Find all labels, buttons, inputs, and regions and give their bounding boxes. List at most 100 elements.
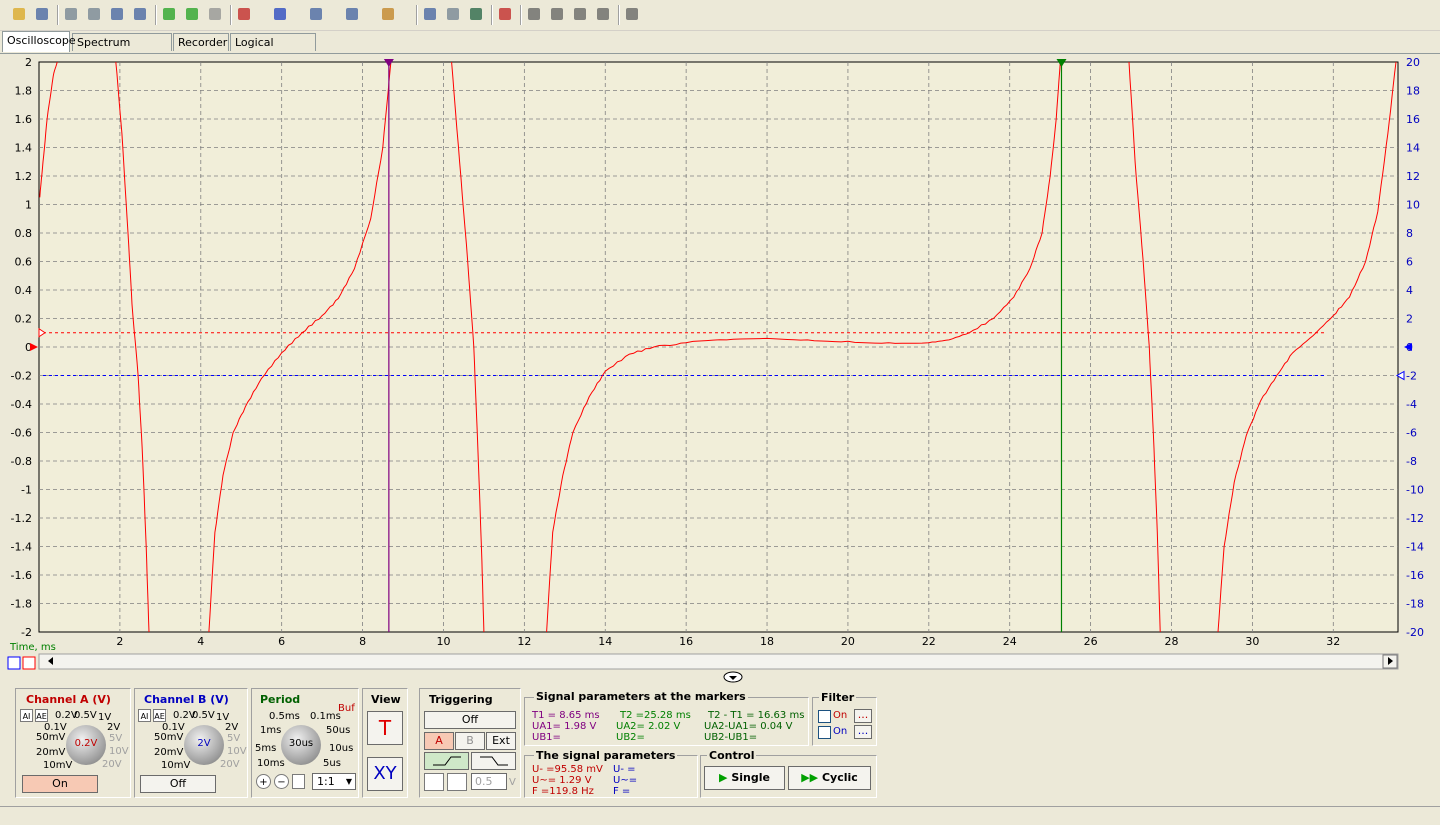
- filter-title: Filter: [819, 691, 857, 704]
- filter-b-checkbox[interactable]: [818, 726, 831, 739]
- channel-b-toggle-button[interactable]: Off: [140, 775, 216, 793]
- tab-oscilloscope[interactable]: Oscilloscope: [2, 31, 76, 52]
- tab-spectrum-analyzer[interactable]: Spectrum analyzer: [72, 33, 172, 67]
- channel-a-scale-label[interactable]: 10mV: [43, 760, 72, 771]
- channel-a-scale-label[interactable]: 20V: [102, 759, 122, 770]
- channel-b-scale-label[interactable]: 20mV: [154, 747, 183, 758]
- print-icon[interactable]: [85, 5, 105, 25]
- zoom-icon[interactable]: [108, 5, 128, 25]
- channel-a-scale-label[interactable]: 2V: [107, 722, 120, 733]
- channel-b-scale-label[interactable]: 0.1V: [162, 722, 185, 733]
- table-icon[interactable]: [467, 5, 487, 25]
- period-scale-label[interactable]: 0.5ms: [269, 711, 300, 722]
- channel-b-scale-value: 2V: [197, 738, 211, 749]
- pen-icon[interactable]: [623, 5, 643, 25]
- filter-a-settings-button[interactable]: ...: [854, 709, 872, 723]
- sp3-icon[interactable]: [571, 5, 591, 25]
- period-scale-label[interactable]: 10us: [329, 743, 353, 754]
- fast-play-icon[interactable]: [183, 5, 203, 25]
- sqrt-icon[interactable]: [343, 5, 363, 25]
- calculator-icon[interactable]: [307, 5, 327, 25]
- wave-b-icon[interactable]: [271, 5, 291, 25]
- zoom-b-button[interactable]: [22, 656, 36, 670]
- sp2-icon[interactable]: [548, 5, 568, 25]
- channel-b-panel: Channel B (V) AI AE 0.2V 0.5V 1V 2V 5V 1…: [134, 688, 248, 798]
- channel-a-scale-label[interactable]: 20mV: [36, 747, 65, 758]
- channel-b-dc-button[interactable]: AE: [153, 709, 166, 722]
- trigger-mode-button[interactable]: Off: [424, 711, 516, 729]
- triggering-title: Triggering: [429, 693, 493, 706]
- trigger-auto-icon[interactable]: [424, 773, 444, 791]
- tab-logical-analyzer[interactable]: Logical analyzer: [230, 33, 316, 67]
- channel-b-scale-label[interactable]: 50mV: [154, 732, 183, 743]
- zoom-fit-icon[interactable]: [131, 5, 151, 25]
- channel-a-scale-label[interactable]: 0.5V: [74, 710, 97, 721]
- trigger-source-a-button[interactable]: A: [424, 732, 454, 750]
- oscilloscope-plot[interactable]: 21.81.61.41.210.80.60.40.20-0.2-0.4-0.6-…: [0, 54, 1440, 685]
- stop-icon[interactable]: [206, 5, 226, 25]
- sp1-icon[interactable]: [525, 5, 545, 25]
- channel-a-zero-marker[interactable]: [30, 343, 38, 351]
- trigger-rising-edge-button[interactable]: [424, 752, 469, 770]
- channel-b-scale-label[interactable]: 20V: [220, 759, 240, 770]
- zoom-a-button[interactable]: [7, 656, 21, 670]
- open-icon[interactable]: [10, 5, 30, 25]
- period-scale-label[interactable]: 5us: [323, 758, 341, 769]
- trigger-level-input[interactable]: 0.5: [471, 773, 507, 790]
- channel-a-scale-label[interactable]: 5V: [109, 733, 122, 744]
- print-preview-icon[interactable]: [62, 5, 82, 25]
- channel-a-scale-value: 0.2V: [74, 738, 98, 749]
- channel-b-scale-label[interactable]: 2V: [225, 722, 238, 733]
- page-icon[interactable]: [292, 774, 305, 789]
- channel-a-scale-knob[interactable]: 0.2V: [66, 725, 106, 765]
- filter-b-settings-button[interactable]: ...: [854, 725, 872, 739]
- period-scale-knob[interactable]: 30us: [281, 725, 321, 765]
- wave-a-icon[interactable]: [235, 5, 255, 25]
- channel-b-scale-knob[interactable]: 2V: [184, 725, 224, 765]
- channel-b-scale-label[interactable]: 0.5V: [192, 710, 215, 721]
- y-right-tick-label: -14: [1406, 541, 1424, 554]
- channel-a-scale-label[interactable]: 0.1V: [44, 722, 67, 733]
- tab-recorder[interactable]: Recorder: [173, 33, 229, 51]
- ratio-select[interactable]: 1:1 ▼: [312, 773, 356, 790]
- channel-a-scale-label[interactable]: 10V: [109, 746, 129, 757]
- channel-b-scale-label[interactable]: 5V: [227, 733, 240, 744]
- refresh-icon[interactable]: [421, 5, 441, 25]
- save-icon[interactable]: [33, 5, 53, 25]
- falling-edge-icon: [480, 756, 508, 766]
- filter-b-label: On: [833, 726, 848, 737]
- period-scale-label[interactable]: 10ms: [257, 758, 285, 769]
- trigger-falling-edge-button[interactable]: [471, 752, 516, 770]
- zoom-in-icon[interactable]: +: [256, 774, 271, 789]
- single-run-button[interactable]: ▶ Single: [704, 766, 785, 790]
- channel-a-scale-label[interactable]: 50mV: [36, 732, 65, 743]
- cyclic-run-button[interactable]: ▶▶ Cyclic: [788, 766, 871, 790]
- xy-view-button[interactable]: XY: [367, 757, 403, 791]
- trigger-source-ext-button[interactable]: Ext: [486, 732, 516, 750]
- zoom-out-icon[interactable]: −: [274, 774, 289, 789]
- horizontal-scrollbar[interactable]: [38, 653, 1399, 670]
- probe-icon[interactable]: [379, 5, 399, 25]
- channel-a-dc-button[interactable]: AE: [35, 709, 48, 722]
- filter-a-checkbox[interactable]: [818, 710, 831, 723]
- channel-b-scale-label[interactable]: 10mV: [161, 760, 190, 771]
- display-icon[interactable]: [444, 5, 464, 25]
- period-scale-label[interactable]: 1ms: [260, 725, 281, 736]
- marker-icon[interactable]: [496, 5, 516, 25]
- view-panel: View T XY: [362, 688, 408, 798]
- toolbar-separator: [230, 5, 232, 25]
- period-scale-label[interactable]: 50us: [326, 725, 350, 736]
- period-scale-label[interactable]: 5ms: [255, 743, 276, 754]
- y-right-tick-label: -6: [1406, 427, 1417, 440]
- trigger-level-icon[interactable]: [447, 773, 467, 791]
- period-scale-label[interactable]: 0.1ms: [310, 711, 341, 722]
- sp4-icon[interactable]: [594, 5, 614, 25]
- channel-b-ac-button[interactable]: AI: [138, 709, 151, 722]
- channel-b-scale-label[interactable]: 10V: [227, 746, 247, 757]
- channel-a-toggle-button[interactable]: On: [22, 775, 98, 793]
- x-tick-label: 6: [278, 635, 285, 648]
- play-icon[interactable]: [160, 5, 180, 25]
- channel-a-ac-button[interactable]: AI: [20, 709, 33, 722]
- trigger-source-b-button[interactable]: B: [455, 732, 485, 750]
- time-view-button[interactable]: T: [367, 711, 403, 745]
